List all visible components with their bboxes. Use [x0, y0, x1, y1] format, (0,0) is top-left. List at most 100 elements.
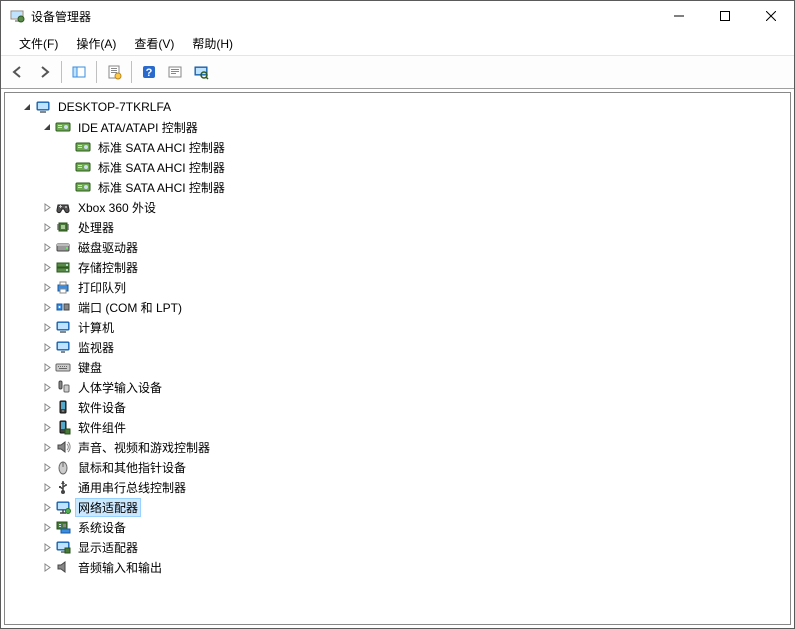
tree-item-label: 打印队列 — [75, 278, 129, 297]
expander-icon[interactable] — [39, 199, 55, 215]
minimize-button[interactable] — [656, 1, 702, 31]
storage-controller-icon — [55, 259, 71, 275]
expander-icon[interactable] — [39, 359, 55, 375]
device-category-node[interactable]: 键盘 — [7, 357, 790, 377]
keyboard-icon — [55, 359, 71, 375]
device-category-node[interactable]: 存储控制器 — [7, 257, 790, 277]
computer-icon — [55, 319, 71, 335]
tree-item-label: 键盘 — [75, 358, 105, 377]
tree-item-label: 音频输入和输出 — [75, 558, 165, 577]
expander-icon[interactable] — [39, 319, 55, 335]
device-category-node[interactable]: 网络适配器 — [7, 497, 790, 517]
title-bar[interactable]: 设备管理器 — [1, 1, 794, 31]
device-category-node[interactable]: 通用串行总线控制器 — [7, 477, 790, 497]
tree-item-label: 标准 SATA AHCI 控制器 — [95, 158, 228, 177]
tree-item-label: 软件组件 — [75, 418, 129, 437]
expander-icon[interactable] — [39, 399, 55, 415]
tree-item-label: 处理器 — [75, 218, 117, 237]
root-computer-node[interactable]: DESKTOP-7TKRLFA — [7, 97, 790, 117]
device-category-node[interactable]: 监视器 — [7, 337, 790, 357]
software-component-icon — [55, 419, 71, 435]
toolbar — [1, 56, 794, 89]
menu-help[interactable]: 帮助(H) — [184, 33, 241, 54]
app-icon — [9, 8, 25, 24]
expander-icon[interactable] — [39, 559, 55, 575]
expander-icon[interactable] — [39, 459, 55, 475]
gamepad-icon — [55, 199, 71, 215]
device-category-node[interactable]: 人体学输入设备 — [7, 377, 790, 397]
expander-icon[interactable] — [39, 239, 55, 255]
menu-bar: 文件(F) 操作(A) 查看(V) 帮助(H) — [1, 31, 794, 56]
device-category-node[interactable]: 计算机 — [7, 317, 790, 337]
device-category-node[interactable]: Xbox 360 外设 — [7, 197, 790, 217]
action-center-button[interactable] — [163, 60, 187, 84]
device-category-node[interactable]: 打印队列 — [7, 277, 790, 297]
expander-icon[interactable] — [39, 339, 55, 355]
menu-file[interactable]: 文件(F) — [11, 33, 66, 54]
show-hide-tree-button[interactable] — [67, 60, 91, 84]
expander-icon[interactable] — [39, 439, 55, 455]
close-button[interactable] — [748, 1, 794, 31]
mouse-icon — [55, 459, 71, 475]
usb-icon — [55, 479, 71, 495]
tree-item-label: 通用串行总线控制器 — [75, 478, 189, 497]
printer-icon — [55, 279, 71, 295]
expander-icon[interactable] — [39, 499, 55, 515]
expander-icon[interactable] — [39, 479, 55, 495]
device-category-node[interactable]: 鼠标和其他指针设备 — [7, 457, 790, 477]
properties-button[interactable] — [102, 60, 126, 84]
menu-view[interactable]: 查看(V) — [126, 33, 182, 54]
device-node[interactable]: 标准 SATA AHCI 控制器 — [7, 157, 790, 177]
tree-item-label: 人体学输入设备 — [75, 378, 165, 397]
device-category-node[interactable]: 音频输入和输出 — [7, 557, 790, 577]
tree-item-label: 显示适配器 — [75, 538, 141, 557]
expander-icon — [59, 139, 75, 155]
device-category-node[interactable]: 声音、视频和游戏控制器 — [7, 437, 790, 457]
expander-icon[interactable] — [39, 539, 55, 555]
scan-hardware-button[interactable] — [189, 60, 213, 84]
device-category-node[interactable]: 端口 (COM 和 LPT) — [7, 297, 790, 317]
network-icon — [55, 499, 71, 515]
device-category-node[interactable]: 磁盘驱动器 — [7, 237, 790, 257]
device-category-node[interactable]: 软件设备 — [7, 397, 790, 417]
tree-item-label: 系统设备 — [75, 518, 129, 537]
device-node[interactable]: 标准 SATA AHCI 控制器 — [7, 137, 790, 157]
tree-item-label: IDE ATA/ATAPI 控制器 — [75, 118, 201, 137]
help-button[interactable] — [137, 60, 161, 84]
forward-button[interactable] — [32, 60, 56, 84]
monitor-icon — [55, 339, 71, 355]
window-title: 设备管理器 — [31, 8, 91, 25]
expander-icon — [59, 179, 75, 195]
expander-icon[interactable] — [39, 279, 55, 295]
device-node[interactable]: 标准 SATA AHCI 控制器 — [7, 177, 790, 197]
hdd-controller-icon — [75, 139, 91, 155]
tree-item-label: 鼠标和其他指针设备 — [75, 458, 189, 477]
hid-icon — [55, 379, 71, 395]
device-tree[interactable]: DESKTOP-7TKRLFAIDE ATA/ATAPI 控制器标准 SATA … — [4, 92, 791, 625]
maximize-button[interactable] — [702, 1, 748, 31]
expander-icon[interactable] — [19, 99, 35, 115]
tree-item-label: 标准 SATA AHCI 控制器 — [95, 178, 228, 197]
device-category-node[interactable]: 软件组件 — [7, 417, 790, 437]
expander-icon[interactable] — [39, 259, 55, 275]
expander-icon[interactable] — [39, 379, 55, 395]
expander-icon[interactable] — [39, 219, 55, 235]
disk-icon — [55, 239, 71, 255]
tree-item-label: 磁盘驱动器 — [75, 238, 141, 257]
expander-icon[interactable] — [39, 419, 55, 435]
device-category-node[interactable]: 显示适配器 — [7, 537, 790, 557]
device-category-node[interactable]: IDE ATA/ATAPI 控制器 — [7, 117, 790, 137]
tree-item-label: DESKTOP-7TKRLFA — [55, 99, 174, 115]
device-category-node[interactable]: 系统设备 — [7, 517, 790, 537]
back-button[interactable] — [6, 60, 30, 84]
expander-icon[interactable] — [39, 519, 55, 535]
expander-icon[interactable] — [39, 299, 55, 315]
device-category-node[interactable]: 处理器 — [7, 217, 790, 237]
expander-icon[interactable] — [39, 119, 55, 135]
hdd-controller-icon — [75, 179, 91, 195]
tree-item-label: 端口 (COM 和 LPT) — [75, 298, 185, 317]
menu-action[interactable]: 操作(A) — [68, 33, 124, 54]
toolbar-separator — [96, 61, 97, 83]
device-manager-window: 设备管理器 文件(F) 操作(A) 查看(V) 帮助(H) DESKTOP-7T… — [0, 0, 795, 629]
hdd-controller-icon — [75, 159, 91, 175]
